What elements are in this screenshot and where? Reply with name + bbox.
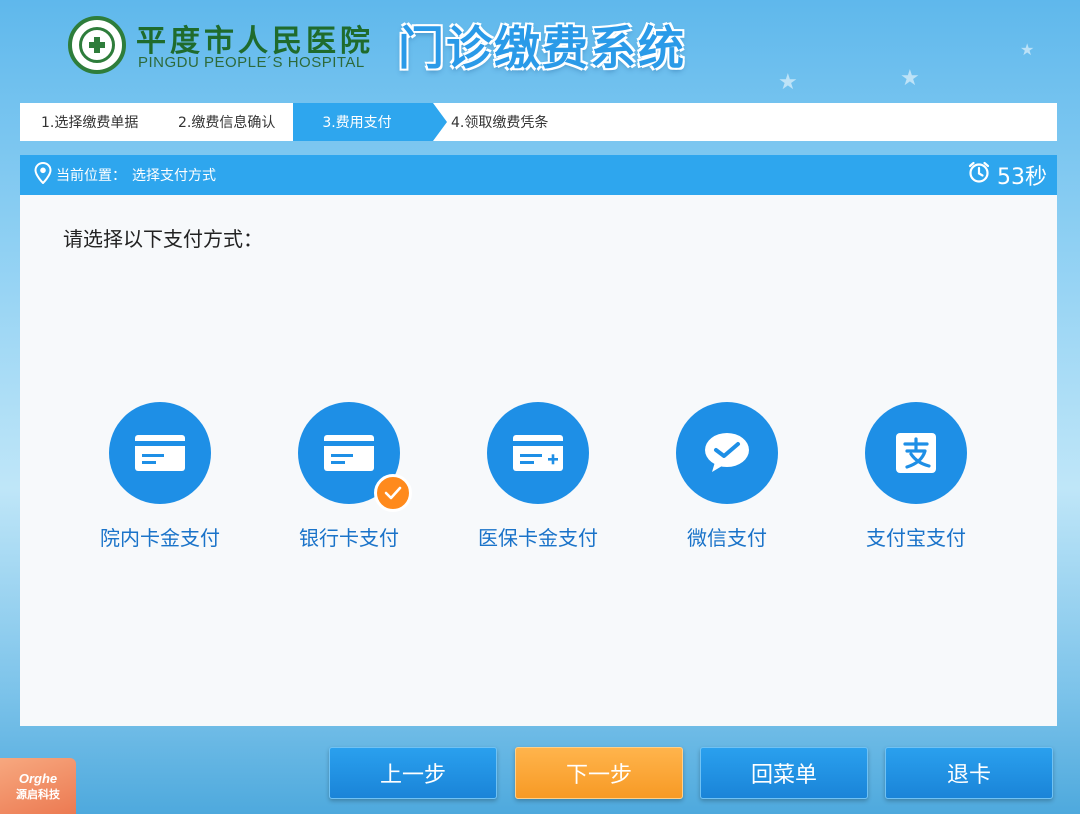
payment-method-list: 院内卡金支付 银行卡支付 医保卡金支付 微信支付 支付宝支付 (20, 402, 1057, 562)
location-pin-icon (34, 161, 56, 188)
location-value: 选择支付方式 (132, 168, 216, 184)
wechat-icon[interactable] (676, 402, 778, 504)
step-1: 1.选择缴费单据 (41, 115, 139, 131)
card-plus-icon[interactable] (487, 402, 589, 504)
payment-option-label: 支付宝支付 (866, 526, 966, 550)
step-indicator: 1.选择缴费单据 2.缴费信息确认 3.费用支付 4.领取缴费凭条 (20, 103, 1057, 141)
prev-step-button[interactable]: 上一步 (329, 747, 497, 799)
eject-card-button[interactable]: 退卡 (885, 747, 1053, 799)
panel-header: 当前位置： 选择支付方式 53秒 (20, 155, 1057, 195)
card-icon[interactable] (298, 402, 412, 512)
payment-prompt: 请选择以下支付方式： (63, 227, 263, 251)
decor-star-icon: ★ (1020, 40, 1035, 59)
payment-option-label: 院内卡金支付 (100, 526, 220, 550)
countdown-timer: 53秒 (967, 159, 1047, 191)
payment-option-bank-card[interactable]: 银行卡支付 (249, 402, 449, 551)
card-icon[interactable] (109, 402, 211, 504)
payment-option-hospital-card[interactable]: 院内卡金支付 (60, 402, 260, 551)
payment-option-medical-insurance[interactable]: 医保卡金支付 (438, 402, 638, 551)
countdown-value: 53秒 (997, 165, 1047, 190)
payment-option-wechat[interactable]: 微信支付 (627, 402, 827, 551)
payment-option-label: 银行卡支付 (299, 526, 399, 550)
back-to-menu-button[interactable]: 回菜单 (700, 747, 868, 799)
vendor-name-en: Orghe (18, 770, 58, 786)
vendor-logo: Orghe 源启科技 (0, 758, 76, 814)
main-panel: 当前位置： 选择支付方式 53秒 请选择以下支付方式： 院内卡金支付 银行卡支付… (20, 155, 1057, 726)
payment-option-label: 微信支付 (687, 526, 767, 550)
step-3-active: 3.费用支付 (293, 103, 447, 141)
hospital-name-en: PINGDU PEOPLE´S HOSPITAL (138, 54, 365, 71)
step-4: 4.领取缴费凭条 (451, 115, 549, 131)
vendor-name-cn: 源启科技 (16, 787, 60, 801)
decor-star-icon: ★ (778, 70, 798, 95)
selected-check-icon (374, 474, 412, 512)
location-label: 当前位置： (56, 168, 126, 184)
step-2: 2.缴费信息确认 (178, 115, 276, 131)
alipay-icon[interactable] (865, 402, 967, 504)
hospital-logo (68, 16, 126, 74)
breadcrumb: 当前位置： 选择支付方式 (34, 161, 216, 188)
next-step-button[interactable]: 下一步 (515, 747, 683, 799)
alarm-clock-icon (967, 160, 997, 190)
system-title: 门诊缴费系统 (398, 21, 686, 75)
decor-star-icon: ★ (900, 66, 920, 91)
payment-option-alipay[interactable]: 支付宝支付 (816, 402, 1016, 551)
payment-option-label: 医保卡金支付 (478, 526, 598, 550)
